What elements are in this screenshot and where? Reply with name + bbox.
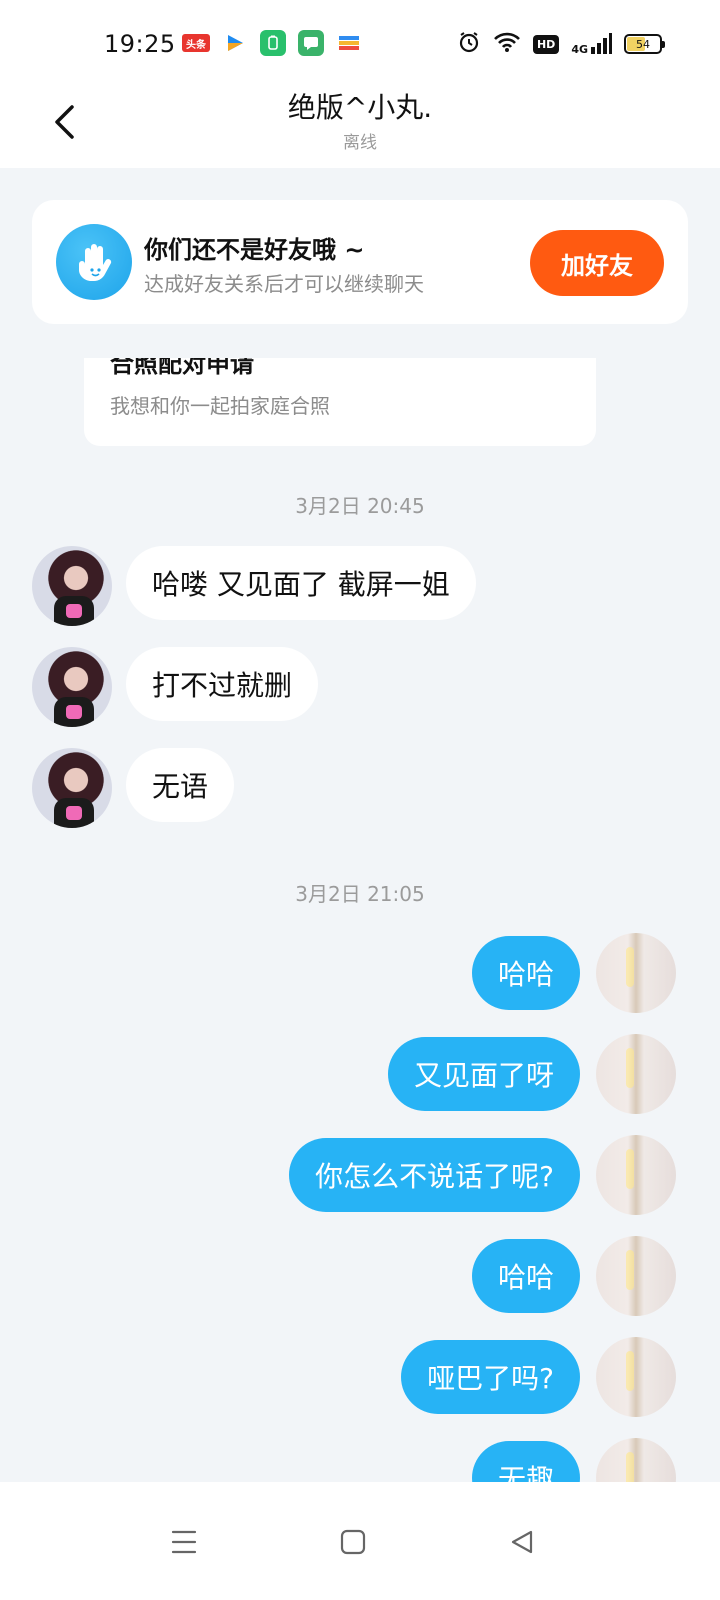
online-status: 离线 [343, 133, 377, 153]
home-button[interactable] [333, 1522, 373, 1562]
outgoing-message[interactable]: 又见面了呀 [387, 1037, 580, 1111]
request-card-subtitle: 我想和你一起拍家庭合照 [110, 394, 330, 418]
triangle-back-icon [511, 1530, 533, 1554]
hd-badge: HD [532, 34, 560, 54]
back-nav-button[interactable] [502, 1522, 542, 1562]
outgoing-message[interactable]: 哈哈 [471, 936, 580, 1010]
signal-icon: 4G [571, 33, 612, 55]
contact-avatar[interactable] [32, 647, 112, 727]
contact-avatar[interactable] [32, 546, 112, 626]
add-friend-button[interactable]: 加好友 [530, 230, 664, 296]
notification-icons: 头条 [182, 30, 362, 56]
battery-app-icon [260, 30, 286, 56]
outgoing-message[interactable]: 你怎么不说话了呢? [289, 1138, 580, 1212]
message-app-icon [298, 30, 324, 56]
home-square-icon [340, 1529, 366, 1555]
system-icons: HD 4G 54 [457, 30, 665, 58]
my-avatar[interactable] [596, 1034, 676, 1114]
wallet-icon [336, 30, 362, 56]
waving-hand-icon [56, 224, 132, 300]
menu-icon [171, 1530, 197, 1554]
my-avatar[interactable] [596, 1337, 676, 1417]
battery-indicator: 54 [624, 34, 665, 54]
alarm-icon [457, 30, 481, 58]
network-type: 4G [571, 43, 588, 56]
banner-title: 你们还不是好友哦 ~ [144, 236, 365, 264]
my-avatar[interactable] [596, 1135, 676, 1215]
menu-button[interactable] [164, 1522, 204, 1562]
play-icon [222, 30, 248, 56]
status-bar: 19:25 头条 HD 4G 54 [0, 0, 720, 84]
not-friends-banner: 你们还不是好友哦 ~ 达成好友关系后才可以继续聊天 加好友 [32, 200, 688, 324]
incoming-message[interactable]: 哈喽 又见面了 截屏一姐 [126, 546, 476, 620]
outgoing-message[interactable]: 哑巴了吗? [401, 1340, 580, 1414]
toutiao-icon: 头条 [182, 34, 210, 52]
contact-avatar[interactable] [32, 748, 112, 828]
wifi-icon [493, 31, 521, 57]
incoming-message[interactable]: 打不过就删 [126, 647, 319, 721]
banner-subtitle: 达成好友关系后才可以继续聊天 [144, 272, 424, 296]
message-timestamp: 3月2日 20:45 [295, 494, 425, 518]
request-card-title: 合照配对申请 [110, 358, 254, 378]
battery-level: 54 [636, 37, 650, 51]
system-nav-bar [0, 1482, 720, 1600]
message-timestamp: 3月2日 21:05 [295, 882, 425, 906]
chat-header: 绝版^小丸. 离线 [0, 84, 720, 168]
outgoing-message[interactable]: 哈哈 [471, 1239, 580, 1313]
photo-pair-request-card[interactable]: 合照配对申请 我想和你一起拍家庭合照 [84, 358, 596, 446]
incoming-message[interactable]: 无语 [126, 748, 235, 822]
contact-name: 绝版^小丸. [287, 91, 433, 124]
my-avatar[interactable] [596, 933, 676, 1013]
status-time: 19:25 [104, 30, 176, 58]
my-avatar[interactable] [596, 1236, 676, 1316]
